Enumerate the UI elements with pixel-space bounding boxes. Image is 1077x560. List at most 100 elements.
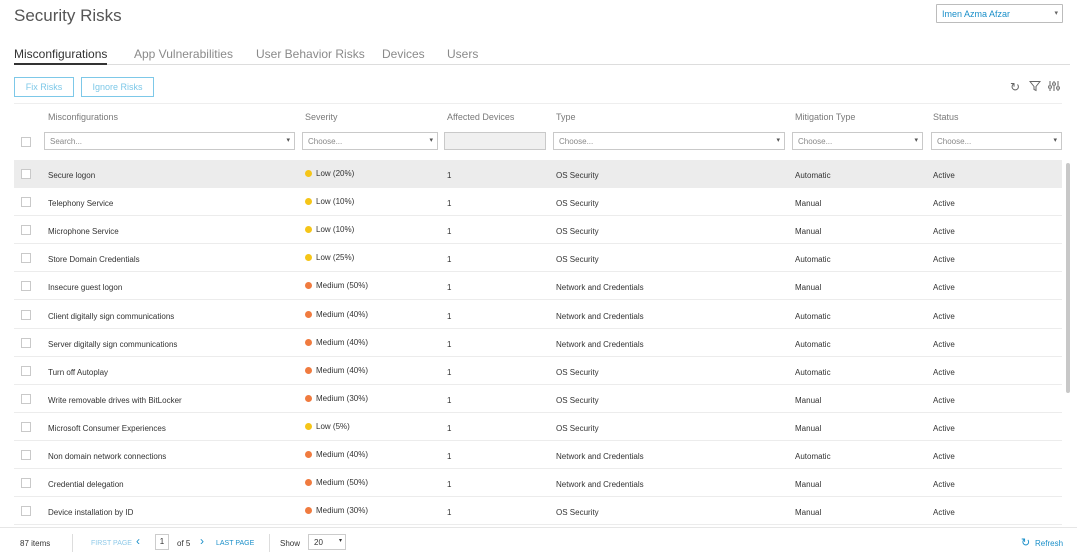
row-checkbox[interactable]	[21, 309, 31, 320]
search-input[interactable]: Search... ▾	[44, 132, 295, 150]
row-checkbox[interactable]	[21, 506, 31, 517]
page-size-select[interactable]: 20 ▾	[308, 534, 346, 550]
table-row[interactable]: Telephony Service Low (10%) 1 OS Security Ma…	[14, 188, 1062, 217]
cell-name: Telephony Service	[48, 199, 114, 209]
severity-dot-icon	[305, 338, 312, 346]
cell-mitigation: Manual	[795, 395, 822, 405]
tab-bar: Misconfigurations App Vulnerabilities Us…	[14, 47, 1070, 65]
severity-filter[interactable]: Choose... ▾	[302, 132, 438, 150]
chevron-right-icon[interactable]: ›	[200, 534, 204, 548]
column-header[interactable]: Severity	[305, 112, 338, 122]
cell-name: Insecure guest logon	[48, 283, 123, 293]
row-checkbox[interactable]	[21, 365, 31, 376]
cell-devices: 1	[447, 452, 452, 461]
cell-mitigation: Automatic	[795, 452, 831, 461]
cell-type: Network and Credentials	[556, 339, 644, 349]
cell-name: Server digitally sign communications	[48, 339, 178, 349]
cell-severity: Medium (40%)	[305, 338, 368, 347]
chevron-left-icon[interactable]: ‹	[136, 534, 140, 548]
column-header[interactable]: Mitigation Type	[795, 112, 855, 122]
row-checkbox[interactable]	[21, 225, 31, 236]
tab-users[interactable]: Users	[447, 47, 478, 65]
cell-status: Active	[933, 395, 955, 405]
cell-severity: Low (10%)	[305, 225, 354, 234]
show-label: Show	[280, 539, 301, 548]
severity-dot-icon	[305, 422, 312, 430]
table-row[interactable]: Client digitally sign communications Medi…	[14, 301, 1062, 329]
row-checkbox[interactable]	[21, 281, 31, 292]
column-settings-icon[interactable]	[1047, 80, 1061, 94]
severity-label: Medium (50%)	[316, 281, 369, 291]
cell-type: OS Security	[556, 227, 599, 237]
cell-name: Non domain network connections	[48, 452, 167, 461]
table-row[interactable]: Non domain network connections Medium (40…	[14, 441, 1062, 469]
table-header: Misconfigurations Severity Affected Devi…	[14, 103, 1062, 129]
severity-label: Medium (40%)	[316, 365, 369, 375]
page-number-input[interactable]: 1	[155, 534, 169, 550]
table-row[interactable]: Write removable drives with BitLocker Med…	[14, 385, 1062, 413]
table-row[interactable]: Store Domain Credentials Low (25%) 1 OS Sec…	[14, 244, 1062, 273]
vertical-scrollbar[interactable]	[1066, 163, 1070, 393]
severity-label: Medium (40%)	[316, 450, 369, 459]
cell-severity: Low (10%)	[305, 197, 354, 206]
refresh-icon[interactable]: ↻	[1021, 536, 1030, 549]
cell-mitigation: Manual	[795, 227, 822, 237]
table-row[interactable]: Insecure guest logon Medium (50%) 1 Network…	[14, 272, 1062, 301]
chevron-down-icon: ▾	[286, 137, 290, 144]
column-header[interactable]: Status	[933, 112, 959, 122]
column-header[interactable]: Affected Devices	[447, 112, 514, 122]
cell-name: Microsoft Consumer Experiences	[48, 423, 166, 433]
column-header[interactable]: Misconfigurations	[48, 112, 118, 122]
cell-mitigation: Manual	[795, 480, 822, 490]
cell-name: Secure logon	[48, 171, 96, 180]
cell-type: OS Security	[556, 423, 599, 433]
last-page-link[interactable]: LAST PAGE	[216, 540, 254, 547]
row-checkbox[interactable]	[21, 393, 31, 404]
row-checkbox[interactable]	[21, 450, 31, 460]
table-row[interactable]: Microsoft Consumer Experiences Low (5%) 1 O…	[14, 413, 1062, 441]
filter-icon[interactable]	[1028, 80, 1042, 94]
type-filter[interactable]: Choose... ▾	[553, 132, 785, 150]
status-filter[interactable]: Choose... ▾	[931, 132, 1062, 150]
severity-label: Medium (30%)	[316, 506, 369, 516]
chevron-down-icon: ▾	[1054, 10, 1058, 17]
table-row[interactable]: Server digitally sign communications Medi…	[14, 329, 1062, 357]
cell-severity: Medium (40%)	[305, 450, 368, 459]
table-row[interactable]: Turn off Autoplay Medium (40%) 1 OS Securit…	[14, 357, 1062, 385]
user-select[interactable]: Imen Azma Afzar ▾	[936, 4, 1063, 23]
row-checkbox[interactable]	[21, 253, 31, 264]
tab-devices[interactable]: Devices	[382, 47, 425, 65]
table-row[interactable]: Device installation by ID Medium (30%) 1 OS…	[14, 497, 1062, 526]
cell-mitigation: Manual	[795, 423, 822, 433]
cell-type: OS Security	[556, 367, 599, 377]
fix-risks-button[interactable]: Fix Risks	[14, 77, 74, 97]
table-row[interactable]: Secure logon Low (20%) 1 OS Security Automat…	[14, 160, 1062, 188]
table-row[interactable]: Microphone Service Low (10%) 1 OS Security M…	[14, 216, 1062, 245]
tab-app-vulnerabilities[interactable]: App Vulnerabilities	[134, 47, 233, 65]
row-checkbox[interactable]	[21, 197, 31, 208]
row-checkbox[interactable]	[21, 169, 31, 179]
tab-user-behavior-risks[interactable]: User Behavior Risks	[256, 47, 365, 65]
ignore-risks-button[interactable]: Ignore Risks	[81, 77, 154, 97]
row-checkbox[interactable]	[21, 478, 31, 489]
tab-misconfigurations[interactable]: Misconfigurations	[14, 47, 108, 65]
mitigation-type-filter[interactable]: Choose... ▾	[792, 132, 923, 150]
first-page-link[interactable]: FIRST PAGE	[91, 540, 132, 547]
severity-dot-icon	[305, 170, 312, 177]
pagination-footer: 87 items FIRST PAGE ‹ 1 of 5 › LAST PAGE…	[0, 527, 1077, 560]
table-row[interactable]: Credential delegation Medium (50%) 1 Networ…	[14, 469, 1062, 498]
severity-label: Medium (50%)	[316, 478, 369, 488]
refresh-link[interactable]: Refresh	[1035, 539, 1063, 548]
severity-dot-icon	[305, 310, 312, 318]
cell-name: Write removable drives with BitLocker	[48, 395, 182, 405]
cell-mitigation: Automatic	[795, 171, 831, 180]
row-checkbox[interactable]	[21, 337, 31, 348]
cell-type: Network and Credentials	[556, 452, 644, 461]
column-header[interactable]: Type	[556, 112, 576, 122]
select-all-checkbox[interactable]	[21, 137, 31, 147]
severity-label: Low (10%)	[316, 225, 355, 235]
row-checkbox[interactable]	[21, 421, 31, 432]
cell-status: Active	[933, 367, 955, 377]
cell-type: Network and Credentials	[556, 480, 644, 490]
refresh-icon[interactable]: ↻	[1008, 80, 1022, 94]
